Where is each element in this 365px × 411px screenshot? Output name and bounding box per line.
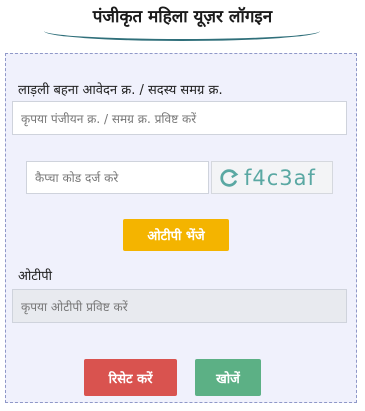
id-input[interactable]: कृपया पंजीयन क्र. / समग्र क्र. प्रविष्ट … [12, 101, 347, 135]
page-title: पंजीकृत महिला यूज़र लॉगइन [92, 7, 273, 27]
refresh-icon[interactable] [218, 167, 240, 189]
reset-button[interactable]: रिसेट करें [84, 359, 177, 396]
id-label: लाड़ली बहना आवेदन क्र. / सदस्य समग्र क्र… [18, 83, 223, 98]
captcha-code: f4c3af [244, 165, 316, 190]
otp-label: ओटीपी [18, 269, 52, 284]
captcha-image: f4c3af [211, 161, 333, 194]
send-otp-button[interactable]: ओटीपी भेंजे [123, 219, 229, 251]
otp-input[interactable]: कृपया ओटीपी प्रविष्ट करें [12, 289, 347, 323]
captcha-input[interactable]: कैप्चा कोड दर्ज करे [26, 161, 209, 194]
title-underline [44, 31, 320, 41]
search-button[interactable]: खोजें [195, 359, 261, 396]
